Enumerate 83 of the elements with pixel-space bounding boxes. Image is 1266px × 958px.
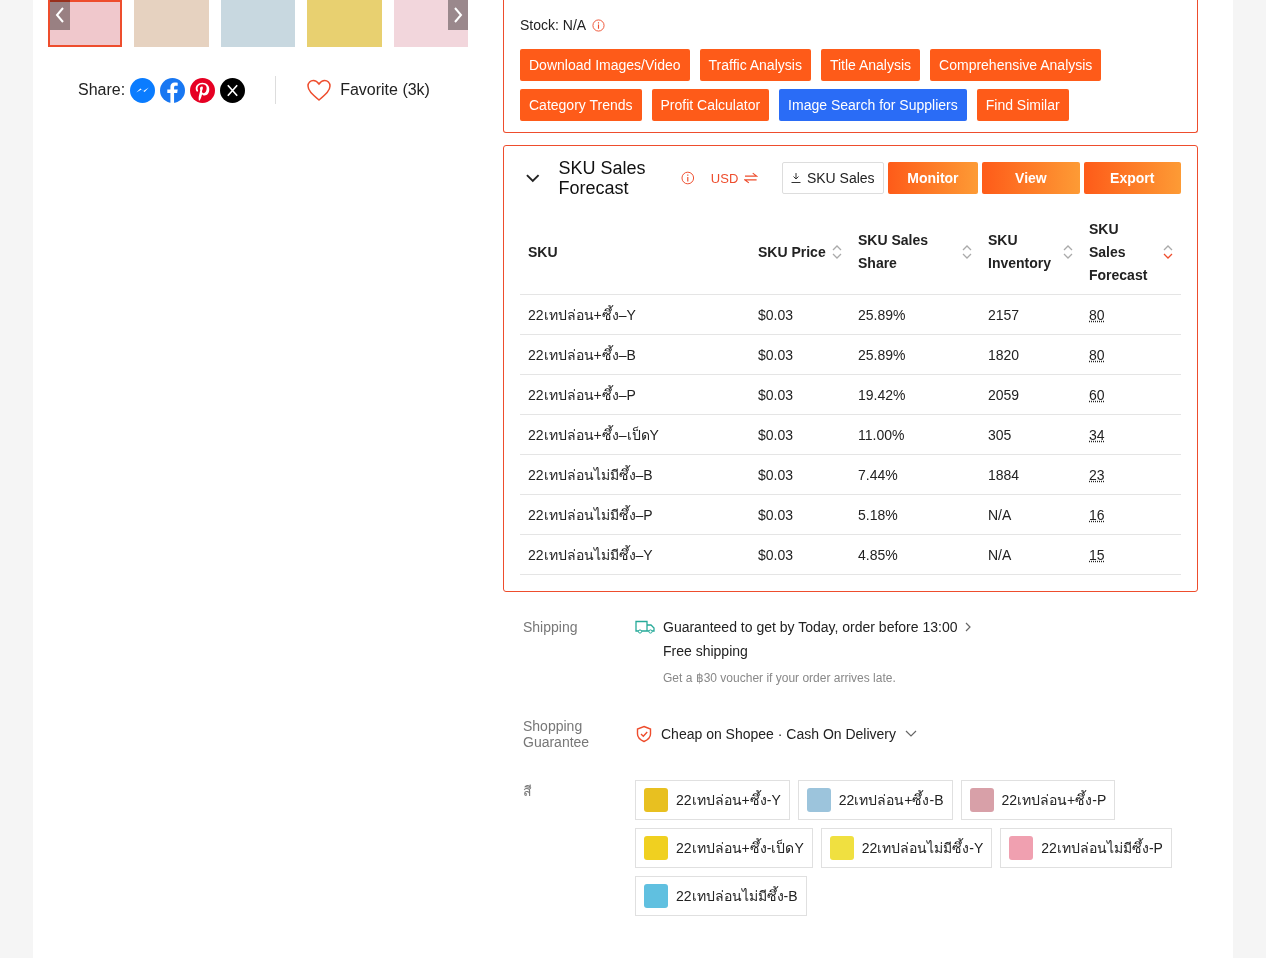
column-header[interactable]: SKU Price [758, 240, 826, 264]
chevron-right-icon[interactable] [448, 0, 468, 30]
share-label: Share: [78, 81, 126, 99]
variation-option[interactable]: 22เทปล่อน+ซึ้ง-B [797, 780, 953, 820]
table-cell: 4.85% [858, 546, 898, 563]
table-cell: 25.89% [858, 346, 906, 363]
swap-icon[interactable] [744, 172, 758, 184]
table-cell: 22เทปล่อน+ซึ้ง–B [528, 346, 636, 363]
table-cell: 22เทปล่อน+ซึ้ง–Y [528, 306, 636, 323]
forecast-title: SKU Sales Forecast [558, 158, 647, 198]
info-icon[interactable] [681, 171, 695, 185]
messenger-icon[interactable] [130, 77, 156, 103]
guarantee-text[interactable]: Cheap on Shopee · Cash On Delivery [661, 726, 897, 742]
download-button[interactable]: SKU Sales [781, 162, 884, 194]
table-cell: 15 [1089, 546, 1105, 563]
info-icon[interactable] [592, 18, 606, 32]
chevron-right-icon[interactable] [965, 622, 972, 632]
variation-option[interactable]: 22เทปล่อน+ซึ้ง-Y [635, 780, 790, 820]
stock-label: Stock: N/A [520, 17, 587, 33]
delivery-guarantee[interactable]: Guaranteed to get by Today, order before 13:00 [663, 619, 958, 635]
table-cell: $0.03 [758, 386, 794, 403]
photo-placeholder[interactable] [393, 0, 469, 47]
table-cell: 5.18% [858, 506, 898, 523]
chevron-icon[interactable] [525, 173, 541, 183]
variation-option[interactable]: 22เทปล่อนไม่มีซึ้ง-P [1000, 828, 1172, 868]
sort-icon[interactable] [832, 244, 842, 260]
table-cell: 22เทปล่อน+ซึ้ง–P [528, 386, 636, 403]
table-cell: 22เทปล่อนไม่มีซึ้ง–B [528, 466, 653, 483]
table-cell: 19.42% [858, 386, 906, 403]
variation-option[interactable]: 22เทปล่อนไม่มีซึ้ง-B [635, 876, 807, 916]
variation-label: สี [523, 782, 533, 801]
column-header: SKU [528, 242, 558, 262]
shield-icon [635, 725, 653, 743]
table-cell: 1884 [988, 466, 1020, 483]
column-header[interactable]: SKU Sales Share [858, 229, 938, 275]
table-cell: $0.03 [758, 466, 794, 483]
table-cell: 2157 [988, 306, 1020, 323]
chevron-down-icon[interactable] [905, 730, 918, 738]
table-cell: 11.00% [858, 426, 905, 443]
table-cell: 23 [1089, 466, 1105, 483]
table-cell: $0.03 [758, 546, 794, 563]
table-cell: 25.89% [858, 306, 906, 323]
pinterest-icon[interactable] [190, 77, 216, 103]
variation-option[interactable]: 22เทปล่อน+ซึ้ง-เป็ดY [635, 828, 813, 868]
table-cell: 22เทปล่อนไม่มีซึ้ง–Y [528, 546, 653, 563]
table-cell: 16 [1089, 506, 1105, 523]
download-icon [790, 173, 801, 183]
variation-option[interactable]: 22เทปล่อน+ซึ้ง-P [960, 780, 1116, 820]
guarantee-label: Shopping Guarantee [523, 718, 591, 750]
heart-icon[interactable] [306, 78, 333, 102]
column-header[interactable]: SKU Sales Forecast [1089, 217, 1149, 287]
table-cell: 7.44% [858, 466, 898, 483]
table-cell: 22เทปล่อน+ซึ้ง–เป็ดY [528, 426, 659, 443]
column-header[interactable]: SKU Inventory [988, 229, 1063, 275]
table-cell: $0.03 [758, 346, 794, 363]
sort-icon[interactable] [962, 244, 972, 260]
favorite-count[interactable]: Favorite (3k) [340, 81, 430, 99]
sort-icon[interactable] [1063, 244, 1073, 260]
x-icon[interactable] [220, 77, 246, 103]
variation-option[interactable]: 22เทปล่อนไม่มีซึ้ง-Y [820, 828, 993, 868]
currency-toggle[interactable]: USD [710, 170, 739, 186]
table-cell: N/A [988, 506, 1012, 523]
truck-icon [635, 620, 655, 634]
sort-icon[interactable] [1163, 244, 1173, 260]
photo-placeholder[interactable] [48, 0, 123, 47]
table-cell: 2059 [988, 386, 1020, 403]
table-cell: 80 [1089, 346, 1105, 363]
table-cell: $0.03 [758, 506, 794, 523]
action-button[interactable]: Image Search for Suppliers [779, 89, 967, 121]
table-cell: 305 [988, 426, 1012, 443]
voucher-note: Get a ฿30 voucher if your order arrives late. [663, 671, 897, 685]
table-cell: 34 [1089, 426, 1105, 443]
table-cell: 1820 [988, 346, 1020, 363]
chevron-left-icon[interactable] [50, 0, 70, 30]
table-cell: 22เทปล่อนไม่มีซึ้ง–P [528, 506, 653, 523]
table-cell: 80 [1089, 306, 1105, 323]
table-cell: N/A [988, 546, 1012, 563]
table-cell: $0.03 [758, 306, 794, 323]
table-cell: $0.03 [758, 426, 794, 443]
shipping-label: Shipping [523, 619, 579, 637]
table-cell: 60 [1089, 386, 1105, 403]
facebook-icon[interactable] [160, 77, 186, 103]
free-shipping: Free shipping [663, 643, 749, 659]
